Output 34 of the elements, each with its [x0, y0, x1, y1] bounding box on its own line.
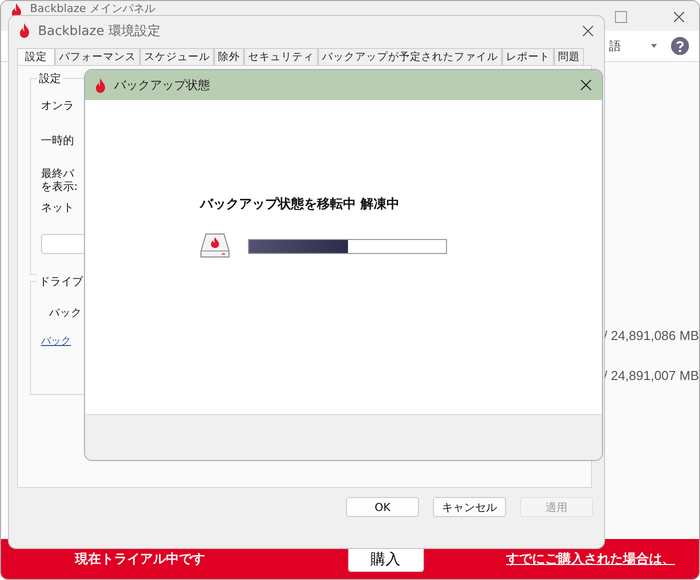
help-icon[interactable] [671, 37, 689, 55]
tab[interactable]: 設定 [17, 48, 55, 65]
status-message: バックアップ状態を移転中 解凍中 [200, 196, 401, 213]
caret-icon [651, 44, 657, 48]
tab[interactable]: セキュリティ [244, 48, 318, 65]
setting-label: を表示: [41, 180, 78, 193]
tab[interactable]: バックアップが予定されたファイル [318, 48, 502, 65]
backup-link[interactable]: バック [41, 334, 71, 348]
close-icon[interactable] [673, 11, 685, 23]
window-title: バックアップ状態 [114, 76, 210, 94]
flame-icon [19, 23, 30, 38]
drive-icon [200, 233, 230, 259]
tab[interactable]: 問題 [554, 48, 584, 65]
close-icon[interactable] [582, 24, 594, 36]
dialog-button[interactable]: OK [346, 497, 419, 517]
tab[interactable]: 除外 [214, 48, 244, 65]
flame-icon [95, 78, 106, 92]
close-icon[interactable] [580, 79, 592, 91]
setting-label: ネット [41, 201, 74, 214]
group-title: ドライブ [37, 274, 85, 289]
language-dropdown[interactable]: 語 [609, 38, 657, 54]
window-title: Backblaze メインパネル [30, 2, 156, 15]
tab[interactable]: スケジュール [140, 48, 214, 65]
group-title: 設定 [37, 71, 63, 86]
setting-label: 最終バ [41, 167, 74, 180]
window-title: Backblaze 環境設定 [38, 22, 160, 40]
setting-label: オンラ [41, 99, 74, 112]
tab[interactable]: パフォーマンス [55, 48, 140, 65]
dialog-button[interactable]: キャンセル [433, 497, 506, 517]
setting-label: 一時的 [41, 134, 74, 147]
tab[interactable]: レポート [502, 48, 554, 65]
trial-message: 現在トライアル中です [75, 551, 205, 568]
drive-label: バック [49, 306, 82, 320]
purchased-link[interactable]: すでにご購入された場合は、 [506, 550, 675, 568]
